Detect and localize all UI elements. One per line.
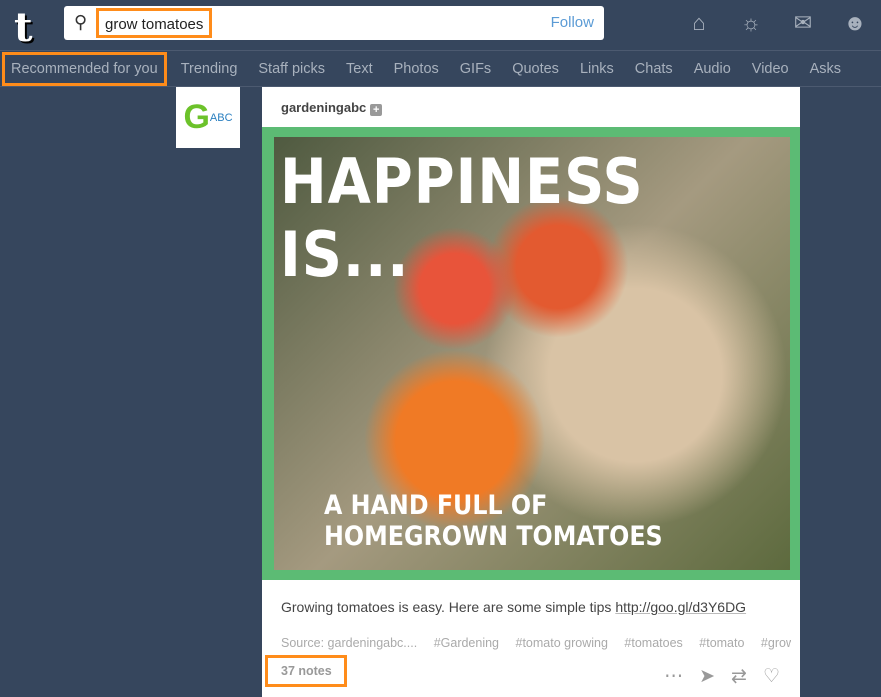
- post-caption: Growing tomatoes is easy. Here are some …: [281, 599, 746, 615]
- caption-text: Growing tomatoes is easy. Here are some …: [281, 599, 616, 615]
- post-card: gardeningabc + HAPPINESS IS... A HAND FUL…: [262, 87, 800, 697]
- home-icon[interactable]: ⌂: [684, 10, 714, 36]
- tumblr-logo[interactable]: t: [14, 4, 32, 51]
- tab-asks[interactable]: Asks: [810, 61, 841, 77]
- explore-tabs: Recommended for you Trending Staff picks…: [0, 50, 881, 87]
- tag[interactable]: #grow: [761, 636, 791, 650]
- follow-button[interactable]: Follow: [551, 14, 594, 31]
- tab-audio[interactable]: Audio: [694, 61, 731, 77]
- compass-icon[interactable]: ☼: [736, 10, 766, 36]
- search-icon: ⚲: [74, 12, 88, 32]
- search-input[interactable]: grow tomatoes: [96, 8, 213, 38]
- tag[interactable]: #tomato growing: [516, 636, 608, 650]
- follow-plus-icon[interactable]: +: [370, 104, 383, 116]
- heart-icon[interactable]: ♡: [763, 665, 780, 688]
- share-icon[interactable]: ➤: [699, 665, 715, 688]
- tab-photos[interactable]: Photos: [394, 61, 439, 77]
- tab-links[interactable]: Links: [580, 61, 614, 77]
- mail-icon[interactable]: ✉: [788, 10, 818, 36]
- reblog-icon[interactable]: ⇄: [731, 665, 747, 688]
- blog-name-text[interactable]: gardeningabc: [281, 100, 366, 115]
- avatar[interactable]: G ABC: [176, 87, 240, 148]
- tag[interactable]: #tomato: [699, 636, 744, 650]
- tab-recommended[interactable]: Recommended for you: [2, 51, 167, 86]
- tab-video[interactable]: Video: [752, 61, 789, 77]
- tag[interactable]: #tomatoes: [624, 636, 682, 650]
- post-tags: Source: gardeningabc.... #Gardening #tom…: [281, 636, 791, 650]
- tab-staff-picks[interactable]: Staff picks: [258, 61, 325, 77]
- more-icon[interactable]: ⋯: [664, 665, 683, 688]
- post-photo[interactable]: HAPPINESS IS... A HAND FULL OF HOMEGROWN…: [262, 127, 800, 580]
- notes-count[interactable]: 37 notes: [265, 655, 347, 687]
- avatar-text: ABC: [209, 111, 233, 124]
- tab-text[interactable]: Text: [346, 61, 373, 77]
- blog-name[interactable]: gardeningabc +: [281, 100, 383, 116]
- tag[interactable]: #Gardening: [434, 636, 499, 650]
- source-link[interactable]: Source: gardeningabc....: [281, 636, 417, 650]
- tab-chats[interactable]: Chats: [635, 61, 673, 77]
- tab-trending[interactable]: Trending: [181, 61, 238, 77]
- image-subtitle: A HAND FULL OF HOMEGROWN TOMATOES: [324, 490, 663, 552]
- tab-gifs[interactable]: GIFs: [460, 61, 491, 77]
- account-icon[interactable]: ☻: [840, 10, 870, 36]
- search-bar[interactable]: ⚲ grow tomatoes Follow: [64, 6, 604, 40]
- image-title: HAPPINESS IS...: [280, 145, 644, 291]
- caption-link[interactable]: http://goo.gl/d3Y6DG: [615, 599, 746, 615]
- tab-quotes[interactable]: Quotes: [512, 61, 559, 77]
